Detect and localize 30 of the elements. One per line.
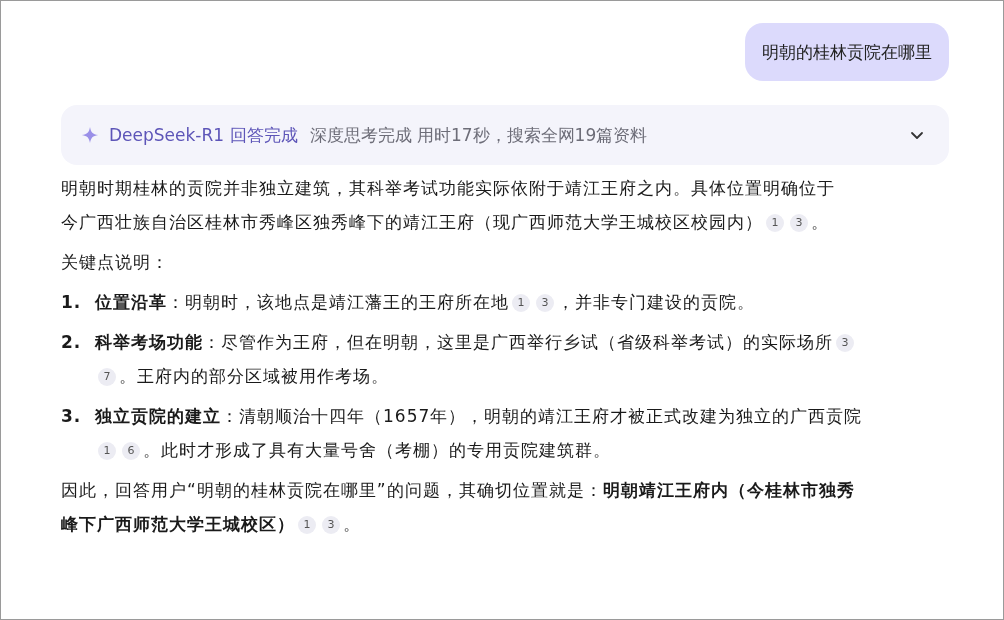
list-number: 1. <box>61 291 83 314</box>
answer-text: 。 <box>811 212 829 232</box>
citation-badge[interactable]: 1 <box>512 294 530 312</box>
citation-badge[interactable]: 1 <box>766 214 784 232</box>
answer-text: 独立贡院的建立：清朝顺治十四年（1657年），明朝的靖江王府才被正式改建为独立的广西贡院 <box>95 406 863 426</box>
status-detail: 深度思考完成 用时17秒，搜索全网19篇资料 <box>309 123 648 147</box>
citation-badge[interactable]: 7 <box>98 368 116 386</box>
model-status: DeepSeek-R1 回答完成 <box>109 123 298 147</box>
answer-text: 今广西壮族自治区桂林市秀峰区独秀峰下的靖江王府（现广西师范大学王城校区校园内） <box>61 212 763 232</box>
answer-text: 科举考场功能：尽管作为王府，但在明朝，这里是广西举行乡试（省级科举考试）的实际场所 <box>95 332 833 352</box>
sparkle-icon <box>81 126 99 144</box>
citation-badge[interactable]: 3 <box>836 334 854 352</box>
citation-badge[interactable]: 3 <box>536 294 554 312</box>
answer-text: 明朝时期桂林的贡院并非独立建筑，其科举考试功能实际依附于靖江王府之内。具体位置明确位于 <box>61 178 835 198</box>
citation-badge[interactable]: 1 <box>298 516 316 534</box>
answer-text: 。王府内的部分区域被用作考场。 <box>119 366 389 386</box>
answer-text: 。此时才形成了具有大量号舍（考棚）的专用贡院建筑群。 <box>143 440 611 460</box>
answer-text: 位置沿革：明朝时，该地点是靖江藩王的王府所在地 <box>95 292 509 312</box>
answer-text: 峰下广西师范大学王城校区） <box>61 514 295 534</box>
answer-text: 。 <box>343 514 361 534</box>
list-number: 3. <box>61 405 83 428</box>
question-bubble: 明朝的桂林贡院在哪里 <box>745 23 949 81</box>
answer-text: 因此，回答用户“明朝的桂林贡院在哪里”的问题，其确切位置就是：明朝靖江王府内（今桂林市独秀 <box>61 480 855 500</box>
citation-badge[interactable]: 6 <box>122 442 140 460</box>
list-number: 2. <box>61 331 83 354</box>
citation-badge[interactable]: 1 <box>98 442 116 460</box>
citation-badge[interactable]: 3 <box>322 516 340 534</box>
citation-badge[interactable]: 3 <box>790 214 808 232</box>
answer-text: 关键点说明： <box>61 252 169 272</box>
answer-text: ，并非专门建设的贡院。 <box>557 292 755 312</box>
